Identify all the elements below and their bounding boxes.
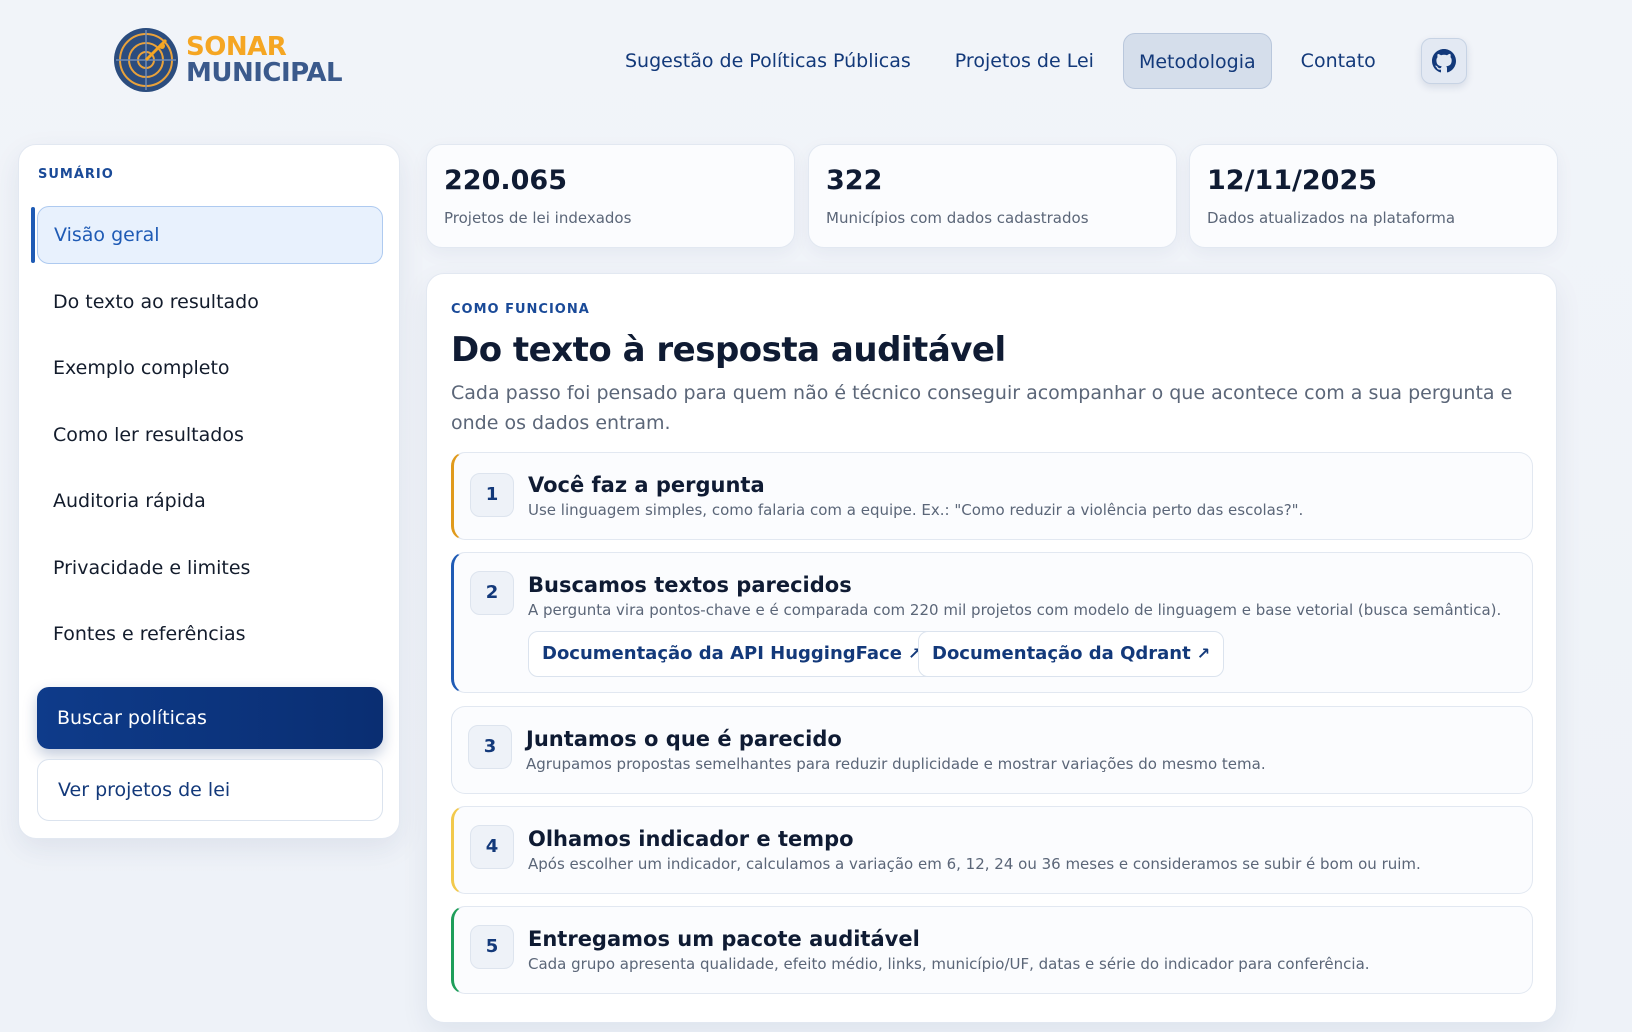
nav-contato[interactable]: Contato [1286,33,1391,89]
step-number: 5 [470,925,514,969]
stat-label: Dados atualizados na plataforma [1207,209,1456,227]
section-eyebrow: COMO FUNCIONA [451,302,590,317]
stat-label: Projetos de lei indexados [444,209,632,227]
sidebar-item-privacidade[interactable]: Privacidade e limites [37,539,383,597]
section-title: Do texto à resposta auditável [451,330,1006,370]
step-description: Cada grupo apresenta qualidade, efeito m… [528,955,1370,973]
stat-value: 12/11/2025 [1207,165,1378,196]
stat-label: Municípios com dados cadastrados [826,209,1089,227]
logo[interactable]: SONAR MUNICIPAL [112,26,343,94]
sidebar-item-ler-resultados[interactable]: Como ler resultados [37,406,383,464]
step-title: Você faz a pergunta [528,473,765,497]
sidebar-item-visao-geral[interactable]: Visão geral [31,206,383,264]
stat-card-projetos: 220.065 Projetos de lei indexados [426,144,795,248]
step-card-2: 2 Buscamos textos parecidos A pergunta v… [451,552,1533,693]
section-description: Cada passo foi pensado para quem não é t… [451,382,1513,434]
sidebar-item-exemplo[interactable]: Exemplo completo [37,339,383,397]
huggingface-docs-link[interactable]: Documentação da API HuggingFace ↗ [528,631,936,677]
qdrant-docs-link[interactable]: Documentação da Qdrant ↗ [918,631,1225,677]
step-description: Agrupamos propostas semelhantes para red… [526,755,1266,773]
brand-line-2: MUNICIPAL [186,58,343,88]
nav-politicas[interactable]: Sugestão de Políticas Públicas [610,33,926,89]
sidebar-item-fontes[interactable]: Fontes e referências [37,605,383,663]
ver-projetos-button[interactable]: Ver projetos de lei [37,759,383,821]
sidebar-heading: SUMÁRIO [38,167,114,182]
stat-card-atualizacao: 12/11/2025 Dados atualizados na platafor… [1189,144,1558,248]
step-card-5: 5 Entregamos um pacote auditável Cada gr… [451,906,1533,994]
sidebar-item-texto-resultado[interactable]: Do texto ao resultado [37,273,383,331]
stat-value: 220.065 [444,165,567,196]
step-number: 2 [470,571,514,615]
step-card-4: 4 Olhamos indicador e tempo Após escolhe… [451,806,1533,894]
step-title: Olhamos indicador e tempo [528,827,854,851]
link-label: Documentação da API HuggingFace [542,643,902,664]
stat-card-municipios: 322 Municípios com dados cadastrados [808,144,1177,248]
step-card-1: 1 Você faz a pergunta Use linguagem simp… [451,452,1533,540]
sidebar-item-auditoria[interactable]: Auditoria rápida [37,472,383,530]
buscar-politicas-button[interactable]: Buscar políticas [37,687,383,749]
site-header: SONAR MUNICIPAL Sugestão de Políticas Pú… [0,0,1632,120]
stat-value: 322 [826,165,883,196]
step-number: 1 [470,473,514,517]
como-funciona-panel: COMO FUNCIONA Do texto à resposta auditá… [426,273,1557,1023]
step-title: Buscamos textos parecidos [528,573,852,597]
step-number: 3 [468,725,512,769]
external-link-icon: ↗ [1196,644,1211,663]
brand-line-1: SONAR [186,32,287,62]
step-description: Após escolher um indicador, calculamos a… [528,855,1421,873]
step-title: Entregamos um pacote auditável [528,927,920,951]
step-description: A pergunta vira pontos-chave e é compara… [528,601,1502,619]
step-card-3: 3 Juntamos o que é parecido Agrupamos pr… [451,706,1533,794]
step-title: Juntamos o que é parecido [526,727,842,751]
github-button[interactable] [1420,38,1467,84]
step-description: Use linguagem simples, como falaria com … [528,501,1304,519]
nav-projetos[interactable]: Projetos de Lei [940,33,1109,89]
link-label: Documentação da Qdrant [932,643,1191,664]
main-nav: Sugestão de Políticas Públicas Projetos … [610,33,1467,89]
nav-metodologia[interactable]: Metodologia [1122,33,1272,89]
sidebar-list: Visão geral Do texto ao resultado Exempl… [31,206,383,672]
step-number: 4 [470,825,514,869]
radar-logo-icon [114,28,178,92]
github-icon [1431,49,1456,73]
sidebar-summary: SUMÁRIO Visão geral Do texto ao resultad… [18,144,400,839]
